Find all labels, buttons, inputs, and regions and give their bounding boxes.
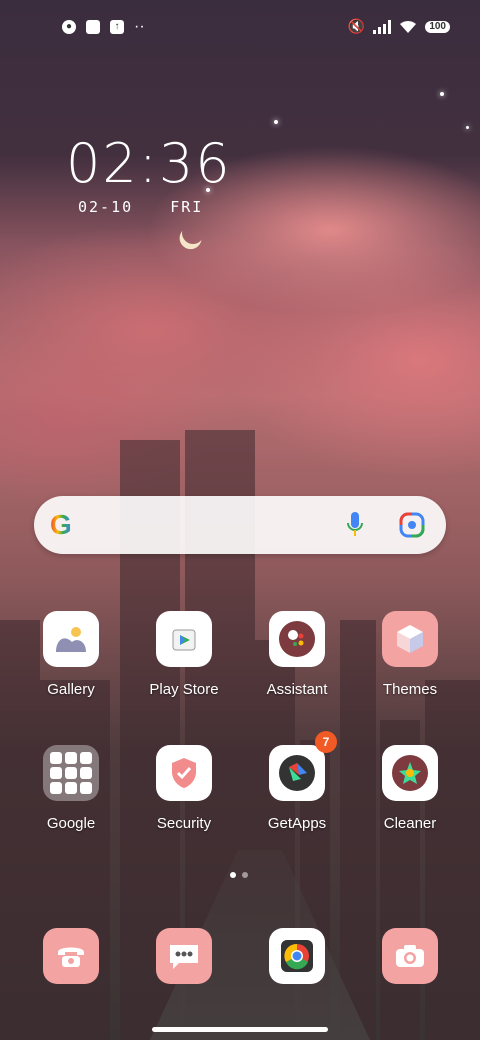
star (274, 120, 278, 124)
app-label: Cleaner (383, 815, 437, 832)
app-cleaner[interactable]: Cleaner (360, 745, 460, 832)
clock-date[interactable]: 02-10 FRI (78, 198, 229, 216)
mute-icon: 🔇 (347, 18, 366, 34)
star (466, 126, 469, 129)
page-dot (242, 872, 248, 878)
notification-icon: ● (62, 20, 76, 34)
app-themes[interactable]: Themes (360, 611, 460, 698)
gallery-icon (43, 611, 99, 667)
camera-icon (382, 928, 438, 984)
app-label: Assistant (266, 681, 328, 698)
security-icon (156, 745, 212, 801)
dock-phone[interactable] (21, 928, 121, 984)
upload-icon: ↑ (110, 20, 124, 34)
app-assistant[interactable]: Assistant (247, 611, 347, 698)
square-icon (86, 20, 100, 34)
app-google-folder[interactable]: Google (21, 745, 121, 832)
dock-camera[interactable] (360, 928, 460, 984)
clock-time[interactable]: 02:36 (66, 132, 232, 195)
app-label: Themes (382, 681, 438, 698)
battery-indicator: 100 (425, 20, 450, 33)
status-bar: ● ↑ ·· 🔇 100 (0, 14, 480, 42)
gesture-home-bar[interactable] (152, 1027, 328, 1032)
app-label: Play Store (149, 681, 219, 698)
google-logo-icon[interactable]: G (50, 509, 72, 541)
folder-icon (43, 745, 99, 801)
app-gallery[interactable]: Gallery (21, 611, 121, 698)
app-label: Gallery (47, 681, 95, 698)
app-getapps[interactable]: 7 GetApps (247, 731, 347, 832)
star (440, 92, 444, 96)
app-label: Security (156, 815, 212, 832)
google-search-bar[interactable]: G (34, 496, 446, 554)
phone-icon (43, 928, 99, 984)
microphone-icon[interactable] (346, 510, 364, 540)
cleaner-icon (382, 745, 438, 801)
app-security[interactable]: Security (134, 745, 234, 832)
app-play-store[interactable]: Play Store (134, 611, 234, 698)
date-text: 02-10 (78, 198, 134, 216)
more-notifications-icon: ·· (134, 18, 145, 35)
page-dot (230, 872, 236, 878)
app-label: GetApps (267, 815, 327, 832)
app-label: Google (46, 815, 96, 832)
getapps-icon: 7 (269, 731, 337, 801)
signal-icon (373, 19, 392, 34)
wifi-icon (400, 20, 417, 33)
assistant-icon (269, 611, 325, 667)
messages-icon (156, 928, 212, 984)
dock-chrome[interactable] (247, 928, 347, 984)
day-text: FRI (170, 198, 204, 216)
google-lens-icon[interactable] (398, 511, 426, 539)
chrome-icon (269, 928, 325, 984)
play-store-icon (156, 611, 212, 667)
dock-messages[interactable] (134, 928, 234, 984)
notification-badge: 7 (315, 731, 337, 753)
themes-icon (382, 611, 438, 667)
page-indicator[interactable] (230, 872, 248, 878)
